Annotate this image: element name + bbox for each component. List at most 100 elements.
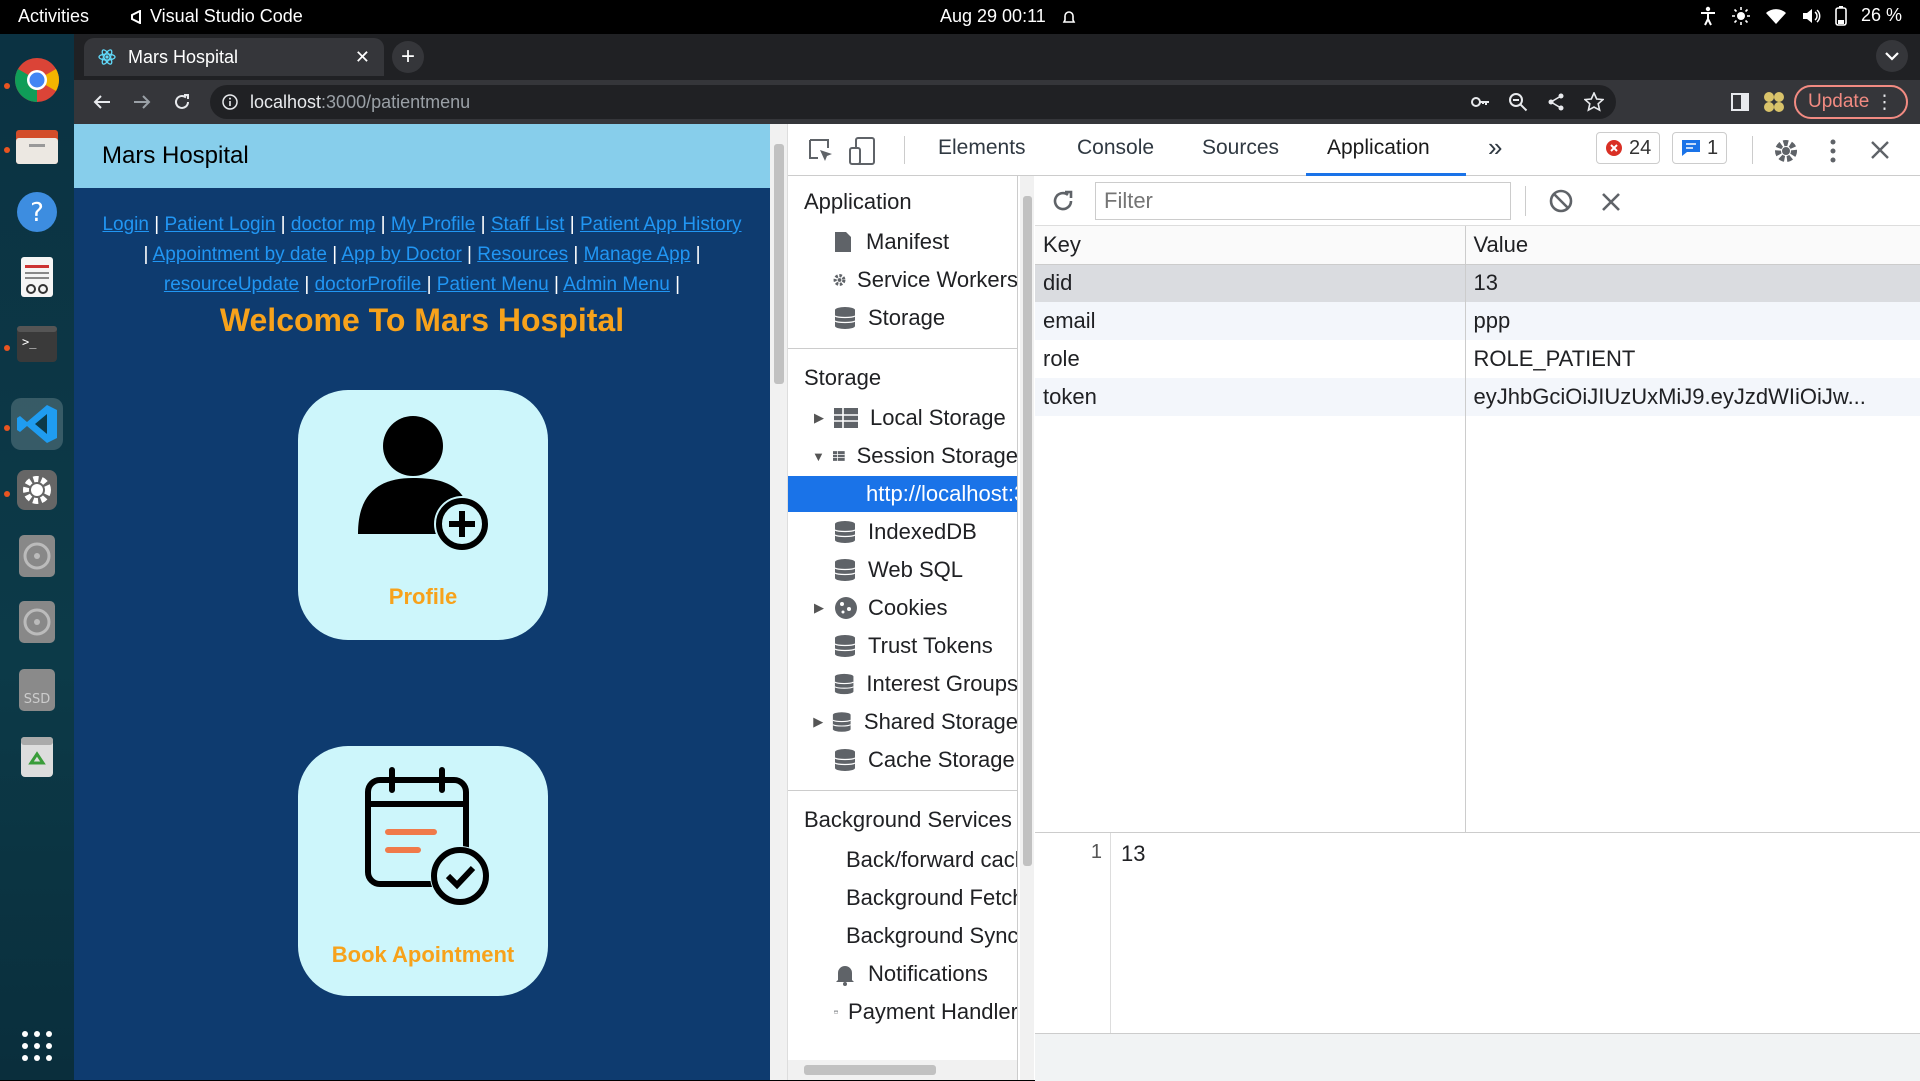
activities-button[interactable]: Activities: [18, 6, 89, 27]
address-bar[interactable]: localhost:3000/patientmenu: [210, 85, 1616, 119]
link-resources[interactable]: Resources: [477, 244, 568, 265]
sidebar-item-payment-handler[interactable]: Payment Handler: [788, 994, 1017, 1030]
book-appointment-card[interactable]: Book Apointment: [298, 746, 548, 996]
share-icon[interactable]: [1546, 92, 1566, 112]
tab-console[interactable]: Console: [1077, 136, 1154, 160]
update-button[interactable]: Update ⋮: [1794, 85, 1908, 119]
sidebar-item-local-storage[interactable]: ▶ Local Storage: [788, 400, 1017, 436]
sidebar-item-trust-tokens[interactable]: Trust Tokens: [788, 628, 1017, 664]
vscode-launcher[interactable]: [11, 398, 63, 450]
expand-triangle-icon[interactable]: ▶: [812, 410, 826, 426]
column-header-key[interactable]: Key: [1035, 226, 1466, 265]
sidebar-item-cache-storage[interactable]: Cache Storage: [788, 742, 1017, 778]
link-staff-list[interactable]: Staff List: [491, 214, 565, 235]
table-row[interactable]: token eyJhbGciOiJIUzUxMiJ9.eyJzdWIiOiJw..…: [1035, 378, 1920, 416]
link-doctor-profile[interactable]: doctorProfile: [315, 274, 427, 295]
table-row[interactable]: email ppp: [1035, 302, 1920, 340]
terminal-launcher[interactable]: >_: [11, 318, 63, 370]
collapse-triangle-icon[interactable]: ▼: [812, 449, 825, 464]
inspect-element-icon[interactable]: [808, 138, 834, 164]
row-key[interactable]: email: [1035, 302, 1466, 340]
page-scrollbar-thumb[interactable]: [774, 144, 784, 384]
disc-launcher-2[interactable]: [11, 596, 63, 648]
link-app-by-doctor[interactable]: App by Doctor: [341, 244, 461, 265]
show-apps-button[interactable]: [11, 1020, 63, 1072]
close-tab-icon[interactable]: ✕: [355, 47, 370, 68]
forward-button[interactable]: [128, 88, 156, 116]
clock[interactable]: Aug 29 00:11: [940, 6, 1076, 27]
expand-triangle-icon[interactable]: ▶: [812, 714, 824, 730]
delete-selected-icon[interactable]: [1601, 192, 1621, 212]
sidebar-item-shared-storage[interactable]: ▶ Shared Storage: [788, 704, 1017, 740]
link-doctor-mp[interactable]: doctor mp: [291, 214, 375, 235]
more-options-icon[interactable]: [1828, 138, 1838, 164]
messages-badge[interactable]: 1: [1672, 132, 1728, 164]
bookmark-star-icon[interactable]: [1584, 92, 1604, 112]
new-tab-button[interactable]: +: [392, 41, 424, 73]
sidebar-item-session-localhost[interactable]: http://localhost:3000: [788, 476, 1017, 512]
link-my-profile[interactable]: My Profile: [391, 214, 475, 235]
link-login[interactable]: Login: [102, 214, 149, 235]
files-launcher[interactable]: [11, 120, 63, 172]
tab-application[interactable]: Application: [1327, 136, 1430, 160]
back-button[interactable]: [88, 88, 116, 116]
sidebar-item-session-storage[interactable]: ▼ Session Storage: [788, 438, 1017, 474]
sidebar-scrollbar-thumb[interactable]: [1023, 196, 1032, 866]
row-value[interactable]: ppp: [1465, 302, 1920, 340]
sidebar-item-background-sync[interactable]: Background Sync: [788, 918, 1017, 954]
close-devtools-icon[interactable]: [1870, 140, 1890, 160]
zoom-icon[interactable]: [1508, 92, 1528, 112]
tab-elements[interactable]: Elements: [938, 136, 1026, 160]
link-manage-app[interactable]: Manage App: [584, 244, 691, 265]
ssd-drive-launcher[interactable]: SSD: [11, 664, 63, 716]
expand-triangle-icon[interactable]: ▶: [812, 600, 826, 616]
more-tabs-icon[interactable]: »: [1488, 132, 1502, 163]
side-panel-button[interactable]: [1726, 88, 1754, 116]
link-resource-update[interactable]: resourceUpdate: [164, 274, 299, 295]
page-scrollbar[interactable]: [770, 124, 788, 1080]
sidebar-item-indexeddb[interactable]: IndexedDB: [788, 514, 1017, 550]
sidebar-item-cookies[interactable]: ▶ Cookies: [788, 590, 1017, 626]
table-row[interactable]: role ROLE_PATIENT: [1035, 340, 1920, 378]
trash-launcher[interactable]: [11, 730, 63, 782]
sidebar-item-notifications[interactable]: Notifications: [788, 956, 1017, 992]
sidebar-item-back-forward-cache[interactable]: Back/forward cache: [788, 842, 1017, 878]
sidebar-item-background-fetch[interactable]: Background Fetch: [788, 880, 1017, 916]
sidebar-horizontal-scrollbar[interactable]: [788, 1060, 1017, 1080]
row-key[interactable]: token: [1035, 378, 1466, 416]
column-header-value[interactable]: Value: [1465, 226, 1920, 265]
disc-launcher-1[interactable]: [11, 530, 63, 582]
link-patient-login[interactable]: Patient Login: [164, 214, 275, 235]
link-appointment-by-date[interactable]: Appointment by date: [153, 244, 327, 265]
profile-card[interactable]: Profile: [298, 390, 548, 640]
sidebar-item-web-sql[interactable]: Web SQL: [788, 552, 1017, 588]
sidebar-item-storage[interactable]: Storage: [788, 300, 1017, 336]
browser-tab[interactable]: Mars Hospital ✕: [84, 38, 384, 76]
reload-button[interactable]: [168, 88, 196, 116]
preview-value[interactable]: 13: [1121, 841, 1145, 867]
errors-badge[interactable]: 24: [1596, 132, 1661, 164]
tab-sources[interactable]: Sources: [1202, 136, 1279, 160]
row-value[interactable]: eyJhbGciOiJIUzUxMiJ9.eyJzdWIiOiJw...: [1465, 378, 1920, 416]
help-launcher[interactable]: ?: [11, 186, 63, 238]
row-value[interactable]: ROLE_PATIENT: [1465, 340, 1920, 378]
clear-all-icon[interactable]: [1549, 189, 1573, 213]
link-patient-app-history[interactable]: Patient App History: [580, 214, 742, 235]
link-admin-menu[interactable]: Admin Menu: [563, 274, 670, 295]
link-patient-menu[interactable]: Patient Menu: [437, 274, 549, 295]
tab-search-button[interactable]: [1876, 40, 1908, 72]
sidebar-item-service-workers[interactable]: Service Workers: [788, 262, 1017, 298]
chrome-launcher[interactable]: [11, 54, 63, 106]
refresh-icon[interactable]: [1051, 189, 1075, 213]
device-toolbar-icon[interactable]: [848, 136, 876, 166]
row-key[interactable]: role: [1035, 340, 1466, 378]
text-editor-launcher[interactable]: [11, 252, 63, 304]
active-app-menu[interactable]: Visual Studio Code: [130, 6, 303, 27]
sidebar-item-interest-groups[interactable]: Interest Groups: [788, 666, 1017, 702]
settings-launcher[interactable]: [11, 464, 63, 516]
filter-input[interactable]: [1095, 182, 1511, 220]
extensions-button[interactable]: [1760, 88, 1788, 116]
system-tray[interactable]: 26 %: [1699, 5, 1902, 26]
sidebar-item-manifest[interactable]: Manifest: [788, 224, 1017, 260]
table-row[interactable]: did 13: [1035, 264, 1920, 302]
